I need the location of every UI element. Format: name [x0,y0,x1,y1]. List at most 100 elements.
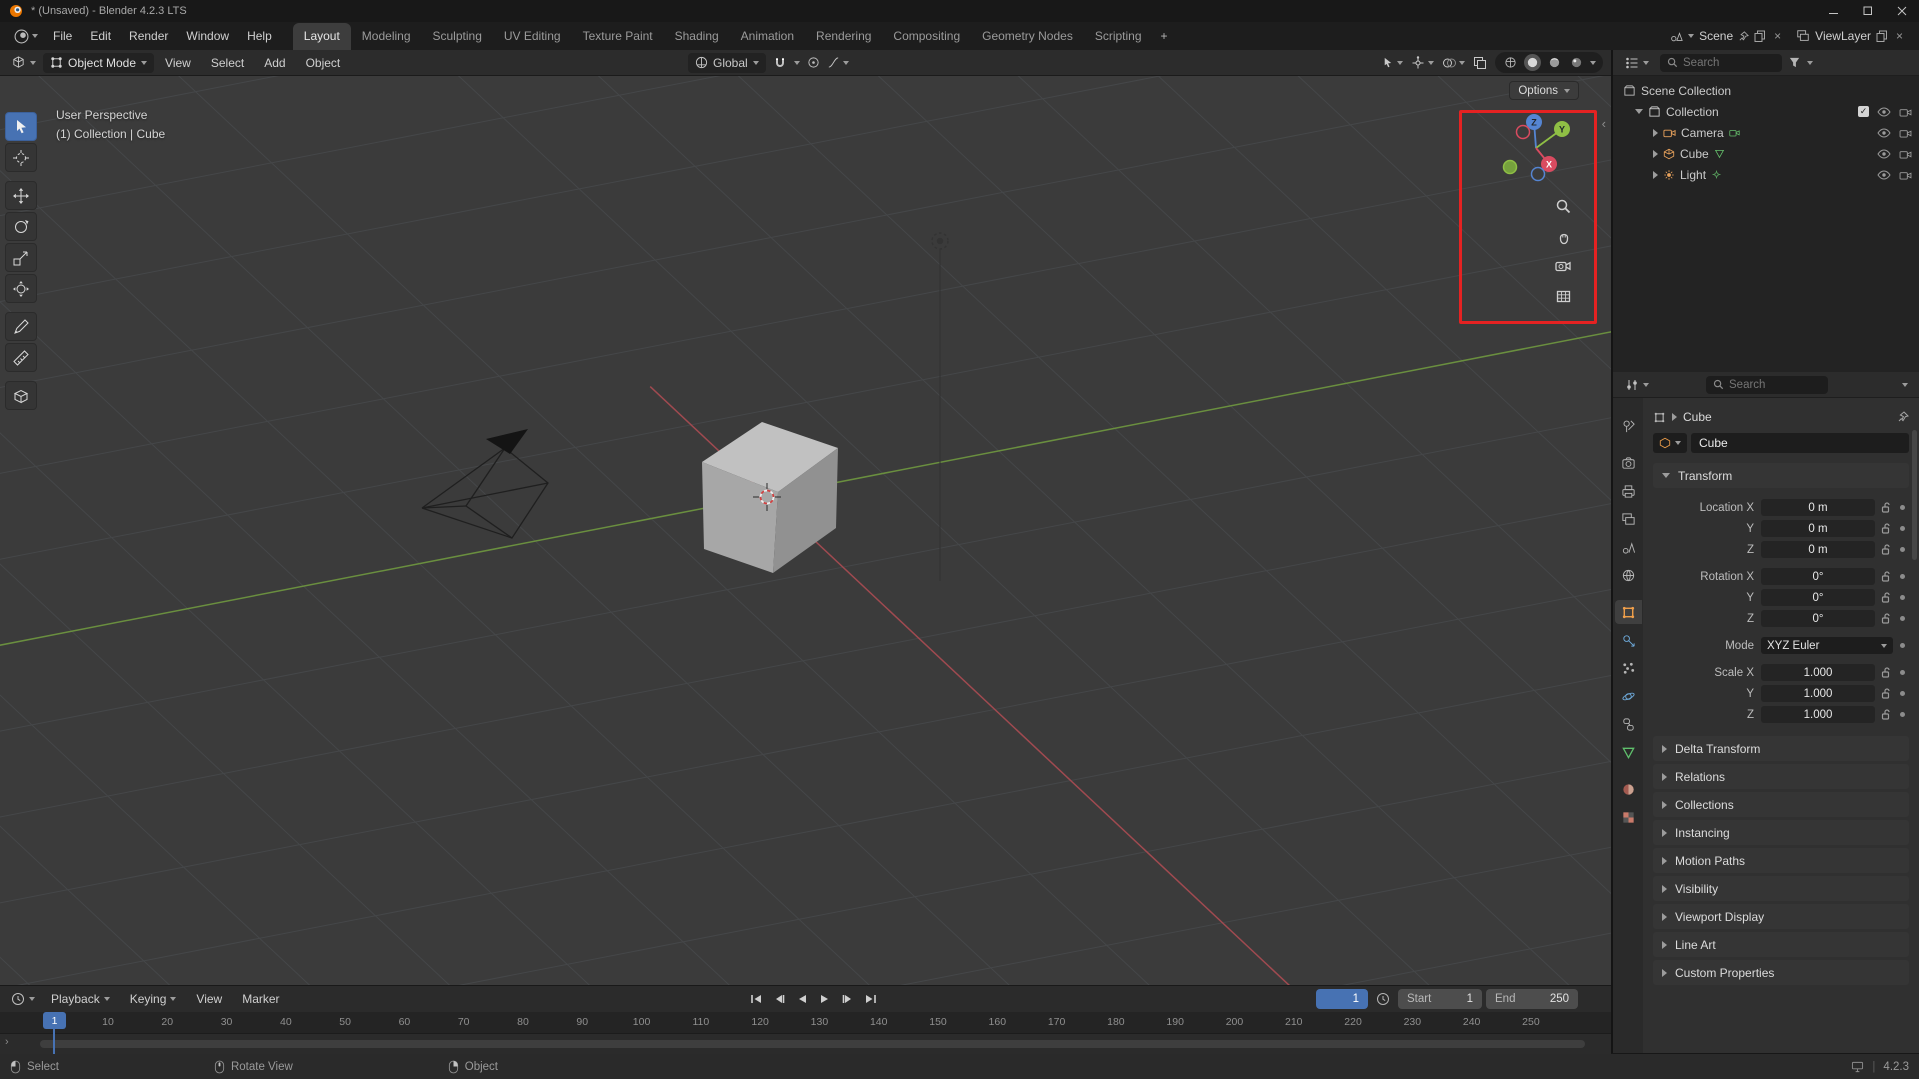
next-keyframe-button[interactable] [837,989,858,1009]
shading-rendered-button[interactable] [1568,54,1585,71]
outliner-filter-icon[interactable] [1788,56,1801,69]
menu-window[interactable]: Window [177,25,238,47]
light-object[interactable] [931,232,949,581]
animate-dot[interactable] [1899,691,1905,696]
new-viewlayer-icon[interactable] [1876,30,1888,42]
tab-view-layer[interactable] [1615,507,1642,531]
shading-material-button[interactable] [1546,54,1563,71]
outliner-row-camera[interactable]: Camera [1613,122,1919,143]
lock-icon[interactable] [1879,501,1893,514]
tab-shading[interactable]: Shading [664,23,730,50]
menu-help[interactable]: Help [238,25,281,47]
tool-scale[interactable] [5,243,37,272]
maximize-button[interactable] [1851,0,1885,22]
tab-layout[interactable]: Layout [292,23,351,50]
rotation-mode-select[interactable]: XYZ Euler [1761,637,1893,654]
tab-modeling[interactable]: Modeling [351,23,422,50]
tab-object-constraints[interactable] [1615,712,1642,736]
transform-orientation-selector[interactable]: Global [688,52,766,73]
menu-playback[interactable]: Playback [42,988,119,1010]
menu-render[interactable]: Render [120,25,177,47]
timeline-ruler[interactable]: 10 20 30 40 50 60 70 80 90 100 110 120 130 140 150 160 1… [0,1012,1611,1034]
lock-icon[interactable] [1879,543,1893,556]
location-x-field[interactable]: 0 m [1761,499,1875,516]
shading-solid-button[interactable] [1524,54,1541,71]
use-preview-range-icon[interactable] [1376,992,1390,1006]
animate-dot[interactable] [1899,616,1905,621]
section-motion-paths[interactable]: Motion Paths [1653,848,1909,873]
shading-wireframe-button[interactable] [1502,54,1519,71]
scene-selector[interactable]: Scene × [1664,29,1789,43]
outliner-search[interactable] [1660,53,1782,72]
playhead-line[interactable] [53,1029,55,1054]
menu-marker[interactable]: Marker [233,988,288,1010]
section-transform[interactable]: Transform [1653,463,1909,488]
hide-eye-icon[interactable] [1877,169,1891,180]
tab-render[interactable] [1615,451,1642,475]
overlays-dropdown[interactable] [1442,56,1465,70]
timeline-scrollbar[interactable] [40,1040,1585,1048]
network-status-icon[interactable] [1851,1061,1864,1073]
remove-viewlayer-icon[interactable]: × [1893,29,1906,43]
menu-add[interactable]: Add [255,52,294,74]
jump-to-end-button[interactable] [860,989,881,1009]
snap-toggle[interactable] [773,56,787,70]
timeline-editor-type-selector[interactable] [6,990,40,1008]
hide-eye-icon[interactable] [1877,127,1891,138]
tool-annotate[interactable] [5,312,37,341]
play-button[interactable] [814,989,835,1009]
editor-type-selector[interactable] [6,53,41,72]
tab-world[interactable] [1615,563,1642,587]
end-frame-field[interactable]: End 250 [1486,989,1578,1009]
outliner-editor-type-selector[interactable] [1620,54,1654,72]
hide-eye-icon[interactable] [1877,106,1891,117]
tab-object-data[interactable] [1615,740,1642,764]
id-type-dropdown[interactable] [1653,433,1687,453]
previous-keyframe-button[interactable] [768,989,789,1009]
location-y-field[interactable]: 0 m [1761,520,1875,537]
tool-add-cube[interactable] [5,381,37,410]
tab-texture-paint[interactable]: Texture Paint [572,23,664,50]
tab-geometry-nodes[interactable]: Geometry Nodes [971,23,1084,50]
lock-icon[interactable] [1879,591,1893,604]
scale-y-field[interactable]: 1.000 [1761,685,1875,702]
tab-uv-editing[interactable]: UV Editing [493,23,572,50]
tool-measure[interactable] [5,343,37,372]
section-relations[interactable]: Relations [1653,764,1909,789]
animate-dot[interactable] [1899,595,1905,600]
start-frame-field[interactable]: Start 1 [1398,989,1482,1009]
menu-view[interactable]: View [156,52,200,74]
tab-animation[interactable]: Animation [730,23,805,50]
proportional-editing-toggle[interactable] [807,56,820,69]
shading-dropdown[interactable] [1590,60,1596,65]
object-name-field[interactable]: Cube [1691,433,1909,453]
lock-icon[interactable] [1879,666,1893,679]
hide-eye-icon[interactable] [1877,148,1891,159]
render-camera-icon[interactable] [1899,128,1912,138]
menu-select[interactable]: Select [202,52,253,74]
render-camera-icon[interactable] [1899,170,1912,180]
viewport-canvas[interactable]: User Perspective (1) Collection | Cube O… [0,76,1611,985]
tab-scripting[interactable]: Scripting [1084,23,1153,50]
tab-tool[interactable] [1615,414,1642,438]
collection-checkbox[interactable]: ✓ [1858,106,1869,117]
menu-file[interactable]: File [44,25,81,47]
pin-icon[interactable] [1738,30,1750,42]
rotation-y-field[interactable]: 0° [1761,589,1875,606]
close-button[interactable] [1885,0,1919,22]
properties-editor-type-selector[interactable] [1620,376,1654,394]
camera-object[interactable] [421,429,549,539]
tool-select-box[interactable] [5,112,37,141]
proportional-falloff-dropdown[interactable] [827,56,849,69]
channel-expander-arrow[interactable]: › [5,1036,9,1048]
lock-icon[interactable] [1879,687,1893,700]
tab-object[interactable] [1614,600,1642,624]
section-collections[interactable]: Collections [1653,792,1909,817]
tab-texture[interactable] [1615,805,1642,829]
blender-app-menu-icon[interactable] [8,29,44,44]
scale-x-field[interactable]: 1.000 [1761,664,1875,681]
unlink-scene-icon[interactable]: × [1771,29,1784,43]
tool-rotate[interactable] [5,212,37,241]
menu-object[interactable]: Object [297,52,350,74]
tab-particles[interactable] [1615,656,1642,680]
